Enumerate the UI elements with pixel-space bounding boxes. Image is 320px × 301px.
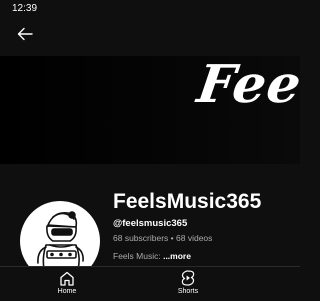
channel-name: FeelsMusic365 [113,190,262,213]
subscriber-count: 68 subscribers [113,233,169,243]
status-time: 12:39 [12,3,38,14]
home-icon [60,271,74,286]
shorts-icon [181,270,195,286]
nav-label-shorts: Shorts [177,288,199,295]
nav-item-shorts[interactable]: Shorts [158,270,218,300]
video-count: 68 videos [176,233,213,243]
description-text: Feels Music: [113,251,164,261]
stats-separator: • [170,233,174,243]
channel-banner: Feels [0,56,300,164]
nav-label-home: Home [57,288,77,295]
back-button[interactable] [12,22,38,46]
nav-item-home[interactable]: Home [37,270,97,300]
arrow-left-icon [17,27,33,41]
channel-stats: 68 subscribers • 68 videos [113,233,212,243]
status-bar: 12:39 [0,0,300,18]
more-link[interactable]: ...more [163,251,191,261]
channel-handle: @feelsmusic365 [113,218,188,229]
banner-text: Feels [193,56,300,115]
channel-description[interactable]: Feels Music: ...more [113,251,191,261]
bottom-navigation: Home Shorts [0,266,300,301]
